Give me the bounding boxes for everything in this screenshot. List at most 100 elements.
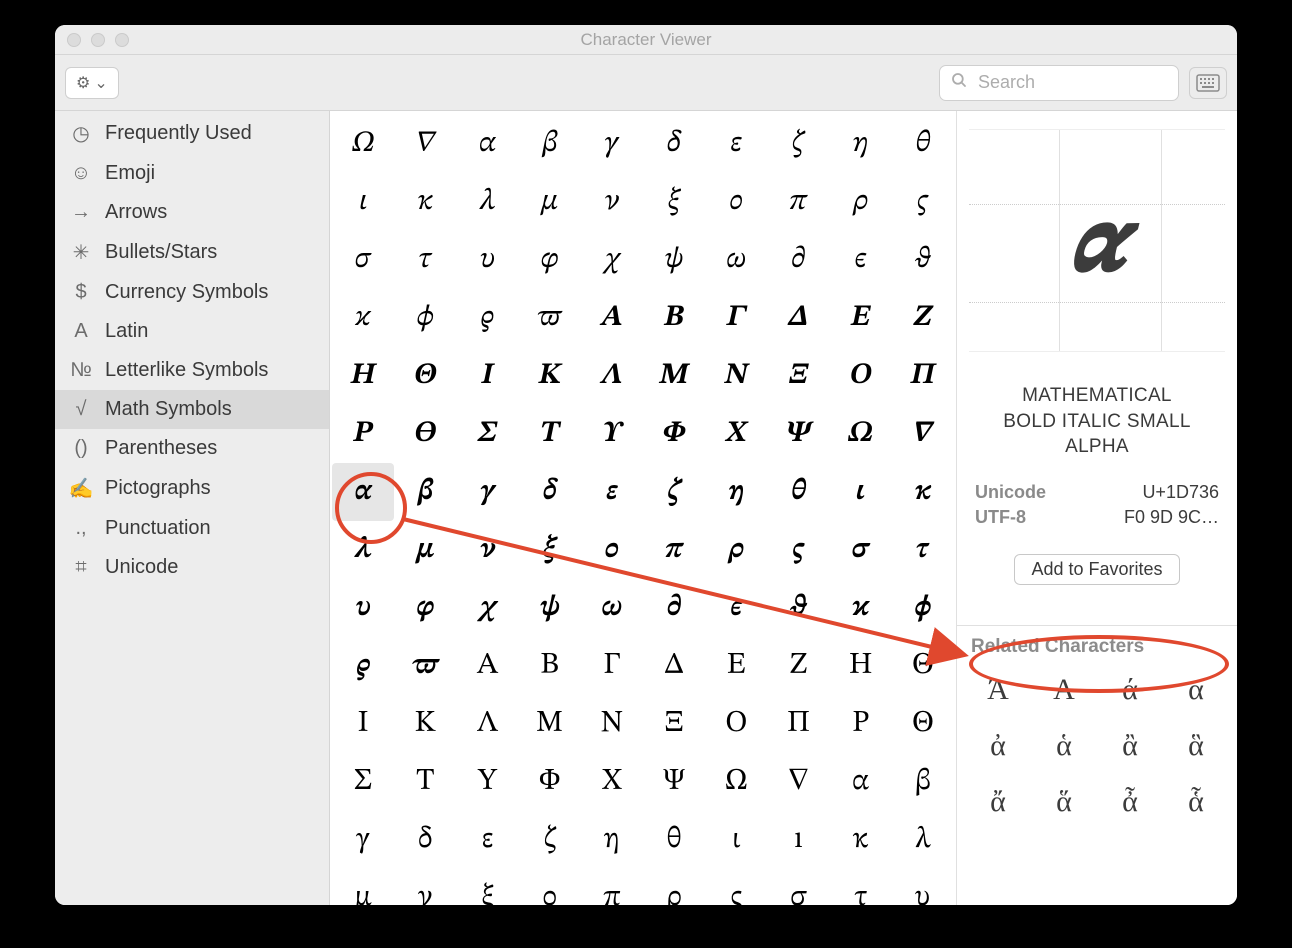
character-cell[interactable]: ρ bbox=[643, 869, 705, 905]
character-cell[interactable]: 𝜞 bbox=[705, 289, 767, 347]
character-cell[interactable]: 𝜨 bbox=[705, 347, 767, 405]
related-character[interactable]: ἅ bbox=[1031, 774, 1097, 830]
character-cell[interactable]: 𝜵 bbox=[892, 405, 954, 463]
character-cell[interactable]: 𝝔 bbox=[332, 637, 394, 695]
character-cell[interactable]: 𝜌 bbox=[830, 173, 892, 231]
character-cell[interactable]: Ζ bbox=[767, 637, 829, 695]
character-cell[interactable]: Χ bbox=[581, 753, 643, 811]
character-cell[interactable]: Ο bbox=[705, 695, 767, 753]
sidebar-item[interactable]: ☺Emoji bbox=[55, 154, 329, 193]
related-character[interactable]: ἄ bbox=[965, 774, 1031, 830]
character-cell[interactable]: 𝜱 bbox=[643, 405, 705, 463]
character-cell[interactable]: 𝛼 bbox=[456, 115, 518, 173]
character-cell[interactable]: 𝜩 bbox=[767, 347, 829, 405]
character-cell[interactable]: 𝝉 bbox=[892, 521, 954, 579]
character-cell[interactable]: 𝝕 bbox=[394, 637, 456, 695]
character-cell[interactable]: 𝜎 bbox=[332, 231, 394, 289]
character-cell[interactable]: 𝜚 bbox=[456, 289, 518, 347]
character-cell[interactable]: 𝜁 bbox=[767, 115, 829, 173]
character-cell[interactable]: 𝜈 bbox=[581, 173, 643, 231]
character-cell[interactable]: 𝜰 bbox=[581, 405, 643, 463]
character-cell[interactable]: Ι bbox=[332, 695, 394, 753]
character-cell[interactable]: θ bbox=[643, 811, 705, 869]
character-cell[interactable]: 𝜳 bbox=[767, 405, 829, 463]
sidebar-item[interactable]: ✳Bullets/Stars bbox=[55, 232, 329, 273]
character-cell[interactable]: ξ bbox=[456, 869, 518, 905]
character-cell[interactable]: 𝜢 bbox=[332, 347, 394, 405]
character-cell[interactable]: 𝜏 bbox=[394, 231, 456, 289]
search-field[interactable] bbox=[939, 65, 1179, 101]
character-cell[interactable]: 𝜅 bbox=[394, 173, 456, 231]
character-cell[interactable]: 𝝎 bbox=[581, 579, 643, 637]
character-cell[interactable]: 𝜹 bbox=[519, 463, 581, 521]
character-cell[interactable]: 𝝀 bbox=[332, 521, 394, 579]
character-cell[interactable]: 𝜂 bbox=[830, 115, 892, 173]
character-cell[interactable]: 𝛻 bbox=[394, 115, 456, 173]
character-cell[interactable]: 𝜣 bbox=[394, 347, 456, 405]
character-cell[interactable]: Φ bbox=[519, 753, 581, 811]
character-cell[interactable]: 𝜲 bbox=[705, 405, 767, 463]
character-cell[interactable]: β bbox=[892, 753, 954, 811]
sidebar-item[interactable]: →Arrows bbox=[55, 193, 329, 232]
related-character[interactable]: α bbox=[1163, 662, 1229, 718]
character-cell[interactable]: Θ bbox=[892, 695, 954, 753]
character-cell[interactable]: Θ bbox=[892, 637, 954, 695]
character-cell[interactable]: Ξ bbox=[643, 695, 705, 753]
character-cell[interactable]: 𝜛 bbox=[519, 289, 581, 347]
sidebar-item[interactable]: $Currency Symbols bbox=[55, 273, 329, 312]
related-character[interactable]: ἃ bbox=[1163, 718, 1229, 774]
character-cell[interactable]: 𝜡 bbox=[892, 289, 954, 347]
character-cell[interactable]: ζ bbox=[519, 811, 581, 869]
character-cell[interactable]: 𝜺 bbox=[581, 463, 643, 521]
character-cell[interactable]: λ bbox=[892, 811, 954, 869]
character-cell[interactable]: 𝜷 bbox=[394, 463, 456, 521]
sidebar-item[interactable]: .,Punctuation bbox=[55, 509, 329, 548]
character-cell[interactable]: 𝝆 bbox=[705, 521, 767, 579]
character-cell[interactable]: 𝜤 bbox=[456, 347, 518, 405]
sidebar-item[interactable]: ⌗Unicode bbox=[55, 548, 329, 587]
related-character[interactable]: ά bbox=[1097, 662, 1163, 718]
character-cell[interactable]: Ω bbox=[705, 753, 767, 811]
character-cell[interactable]: 𝝃 bbox=[519, 521, 581, 579]
character-cell[interactable]: 𝝓 bbox=[892, 579, 954, 637]
character-cell[interactable]: 𝜑 bbox=[519, 231, 581, 289]
related-character[interactable]: ἀ bbox=[965, 718, 1031, 774]
character-cell[interactable]: 𝜧 bbox=[643, 347, 705, 405]
related-character[interactable]: ἁ bbox=[1031, 718, 1097, 774]
character-cell[interactable]: σ bbox=[767, 869, 829, 905]
character-cell[interactable]: 𝜇 bbox=[519, 173, 581, 231]
related-character[interactable]: Ά bbox=[965, 662, 1031, 718]
character-cell[interactable]: 𝝂 bbox=[456, 521, 518, 579]
character-cell[interactable]: Κ bbox=[394, 695, 456, 753]
character-cell[interactable]: 𝜸 bbox=[456, 463, 518, 521]
character-cell[interactable]: 𝝒 bbox=[830, 579, 892, 637]
related-character[interactable]: ἆ bbox=[1097, 774, 1163, 830]
zoom-dot[interactable] bbox=[115, 33, 129, 47]
character-cell[interactable]: 𝜔 bbox=[705, 231, 767, 289]
character-cell[interactable]: 𝜜 bbox=[581, 289, 643, 347]
related-character[interactable]: ἂ bbox=[1097, 718, 1163, 774]
character-cell[interactable]: Π bbox=[767, 695, 829, 753]
character-cell[interactable]: 𝜻 bbox=[643, 463, 705, 521]
character-cell[interactable]: 𝜟 bbox=[767, 289, 829, 347]
character-cell[interactable]: 𝜙 bbox=[394, 289, 456, 347]
character-cell[interactable]: 𝜴 bbox=[830, 405, 892, 463]
character-cell[interactable]: Γ bbox=[581, 637, 643, 695]
character-cell[interactable]: ı bbox=[767, 811, 829, 869]
character-cell[interactable]: 𝜆 bbox=[456, 173, 518, 231]
character-cell[interactable]: 𝜪 bbox=[830, 347, 892, 405]
character-cell[interactable]: 𝝄 bbox=[581, 521, 643, 579]
related-character[interactable]: ἇ bbox=[1163, 774, 1229, 830]
character-cell[interactable]: υ bbox=[892, 869, 954, 905]
character-cell[interactable]: Σ bbox=[332, 753, 394, 811]
character-cell[interactable]: 𝝊 bbox=[332, 579, 394, 637]
character-cell[interactable]: 𝝁 bbox=[394, 521, 456, 579]
settings-menu-button[interactable]: ⚙ ⌄ bbox=[65, 67, 119, 99]
character-cell[interactable]: 𝜼 bbox=[705, 463, 767, 521]
character-cell[interactable]: 𝝍 bbox=[519, 579, 581, 637]
character-cell[interactable]: 𝛺 bbox=[332, 115, 394, 173]
sidebar-item[interactable]: ()Parentheses bbox=[55, 429, 329, 468]
character-cell[interactable]: Η bbox=[830, 637, 892, 695]
character-cell[interactable]: 𝝏 bbox=[643, 579, 705, 637]
character-cell[interactable]: 𝝑 bbox=[767, 579, 829, 637]
